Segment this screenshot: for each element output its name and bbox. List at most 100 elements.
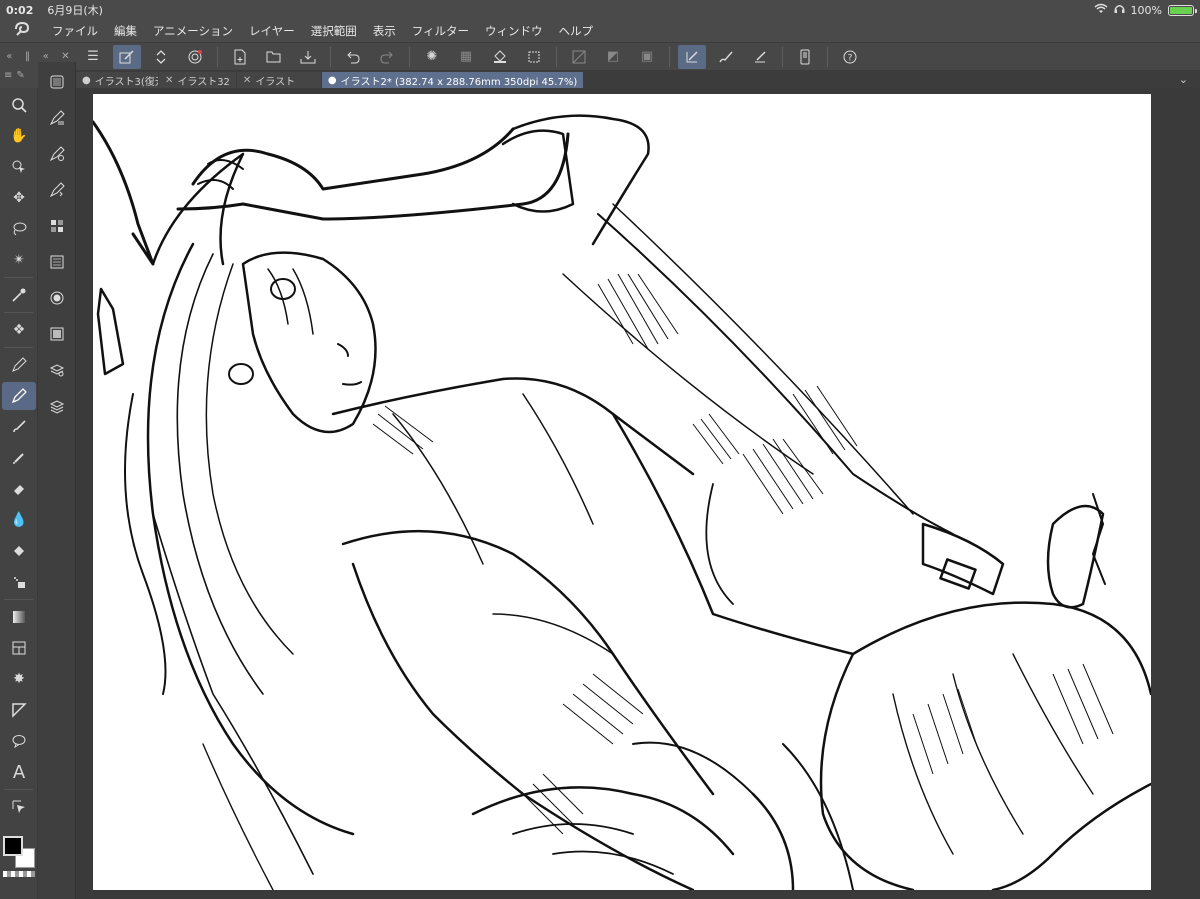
transparent-color-swatch[interactable] — [3, 871, 35, 877]
battery-percent: 100% — [1130, 3, 1162, 17]
palette-menu-icon[interactable]: ≡ — [4, 70, 12, 81]
pen-small-icon[interactable]: ✎ — [16, 70, 24, 81]
text-icon[interactable]: A — [2, 758, 36, 786]
layer-search-icon[interactable] — [40, 320, 74, 348]
tool-property-icon[interactable] — [40, 140, 74, 168]
figure-icon[interactable] — [2, 696, 36, 724]
pattern-icon[interactable]: ❖ — [2, 316, 36, 344]
tab-dot-icon: ● — [82, 74, 91, 86]
close-palette-icon[interactable]: ✕ — [61, 51, 69, 62]
command-bar: « ‖ « ✕ ☰ ✺ ▦ ◩ ▣ ? — [0, 42, 1200, 70]
ruler-icon[interactable]: ✸ — [2, 665, 36, 693]
chevron-down-icon[interactable]: ⌄ — [1179, 73, 1188, 86]
balloon-icon[interactable] — [2, 727, 36, 755]
menu-bar: ファイル 編集 アニメーション レイヤー 選択範囲 表示 フィルター ウィンドウ… — [0, 20, 1200, 42]
menu-view[interactable]: 表示 — [365, 23, 404, 39]
operation-icon[interactable] — [2, 153, 36, 181]
canvas-tab-bar: ● イラスト3(復元 ✕ イラスト32 ✕ イラスト ● イラスト2* (382… — [76, 70, 1200, 88]
gradient-icon[interactable] — [2, 603, 36, 631]
navigator-icon[interactable] — [40, 248, 74, 276]
up-down-icon[interactable] — [147, 45, 175, 69]
tab-document[interactable]: ● イラスト3(復元 — [76, 72, 158, 88]
ink-icon[interactable] — [746, 45, 774, 69]
fill-icon[interactable] — [2, 537, 36, 565]
menu-file[interactable]: ファイル — [44, 23, 106, 39]
collapse-right-icon[interactable]: « — [43, 51, 49, 62]
status-date: 6月9日(木) — [47, 4, 103, 17]
layers-icon[interactable] — [40, 392, 74, 420]
redo-icon[interactable] — [373, 45, 401, 69]
color-set-icon[interactable] — [40, 176, 74, 204]
transform-icon[interactable]: ▦ — [452, 45, 480, 69]
lasso-icon[interactable] — [2, 215, 36, 243]
device-icon[interactable] — [791, 45, 819, 69]
tab-label: イラスト32 — [177, 76, 230, 88]
battery-icon — [1168, 4, 1197, 16]
collapse-left-icon[interactable]: « — [6, 51, 12, 62]
save-icon[interactable] — [294, 45, 322, 69]
blend-icon[interactable]: 💧 — [2, 506, 36, 534]
gradient-icon[interactable]: ◩ — [599, 45, 627, 69]
color-indicator[interactable] — [2, 834, 36, 877]
tab-document[interactable]: ✕ イラスト — [236, 72, 321, 88]
zoom-icon[interactable] — [2, 91, 36, 119]
sub-tool-icon[interactable] — [40, 104, 74, 132]
layer-icon[interactable]: ▣ — [633, 45, 661, 69]
menu-icon[interactable]: ☰ — [79, 45, 107, 69]
layers-search-icon[interactable] — [40, 356, 74, 384]
pencil-icon[interactable] — [2, 382, 36, 410]
help-icon[interactable]: ? — [836, 45, 864, 69]
palette-collapse-controls: « ‖ « ✕ — [0, 51, 76, 62]
app-logo-icon[interactable] — [0, 21, 44, 41]
menu-edit[interactable]: 編集 — [106, 23, 145, 39]
correction-icon[interactable] — [2, 793, 36, 821]
svg-text:?: ? — [848, 53, 853, 63]
palette-bar — [38, 62, 76, 899]
grip-icon[interactable]: ‖ — [25, 51, 30, 62]
move-icon[interactable]: ✥ — [2, 184, 36, 212]
layer-property-icon[interactable] — [40, 68, 74, 96]
menu-filter[interactable]: フィルター — [404, 23, 477, 39]
decoration-icon[interactable] — [2, 568, 36, 596]
spiral-icon[interactable] — [181, 45, 209, 69]
eyedropper-icon[interactable] — [2, 281, 36, 309]
headphones-icon — [1114, 3, 1125, 17]
wifi-icon — [1094, 3, 1108, 17]
crop-icon[interactable] — [520, 45, 548, 69]
hand-icon[interactable]: ✋ — [2, 122, 36, 150]
new-document-icon[interactable] — [226, 45, 254, 69]
loading-icon[interactable]: ✺ — [418, 45, 446, 69]
airbrush-icon[interactable] — [2, 444, 36, 472]
ruler-icon[interactable] — [565, 45, 593, 69]
main-color-swatch[interactable] — [3, 836, 23, 856]
status-time: 0:02 — [6, 3, 34, 17]
edit-icon[interactable] — [113, 44, 141, 69]
fill-icon[interactable] — [486, 45, 514, 69]
menu-selection[interactable]: 選択範囲 — [303, 23, 365, 39]
tab-label: イラスト2* (382.74 x 288.76mm 350dpi 45.7%) — [340, 76, 578, 88]
undo-icon[interactable] — [339, 45, 367, 69]
pen-correction-icon[interactable] — [678, 44, 706, 69]
magic-wand-icon[interactable]: ✴ — [2, 246, 36, 274]
tab-label: イラスト3(復元 — [94, 76, 158, 88]
tab-document[interactable]: ✕ イラスト32 — [159, 72, 236, 88]
pen-icon[interactable] — [2, 351, 36, 379]
canvas-workspace[interactable] — [76, 88, 1200, 899]
tab-close-icon[interactable]: ✕ — [165, 75, 173, 86]
eraser-icon[interactable] — [2, 475, 36, 503]
menu-layer[interactable]: レイヤー — [241, 23, 303, 39]
open-folder-icon[interactable] — [260, 45, 288, 69]
tab-close-icon[interactable]: ✕ — [243, 75, 251, 86]
menu-window[interactable]: ウィンドウ — [477, 23, 551, 39]
drawing-canvas[interactable] — [93, 94, 1151, 890]
ios-status-bar: 0:02 6月9日(木) 100% — [0, 0, 1200, 20]
frame-icon[interactable] — [2, 634, 36, 662]
sketch-artwork — [93, 114, 1151, 890]
timeline-icon[interactable] — [40, 284, 74, 312]
menu-help[interactable]: ヘルプ — [550, 23, 601, 39]
brush-icon[interactable] — [712, 45, 740, 69]
color-history-icon[interactable] — [40, 212, 74, 240]
brush-icon[interactable] — [2, 413, 36, 441]
menu-animation[interactable]: アニメーション — [145, 23, 241, 39]
tab-document-active[interactable]: ● イラスト2* (382.74 x 288.76mm 350dpi 45.7%… — [321, 72, 584, 88]
